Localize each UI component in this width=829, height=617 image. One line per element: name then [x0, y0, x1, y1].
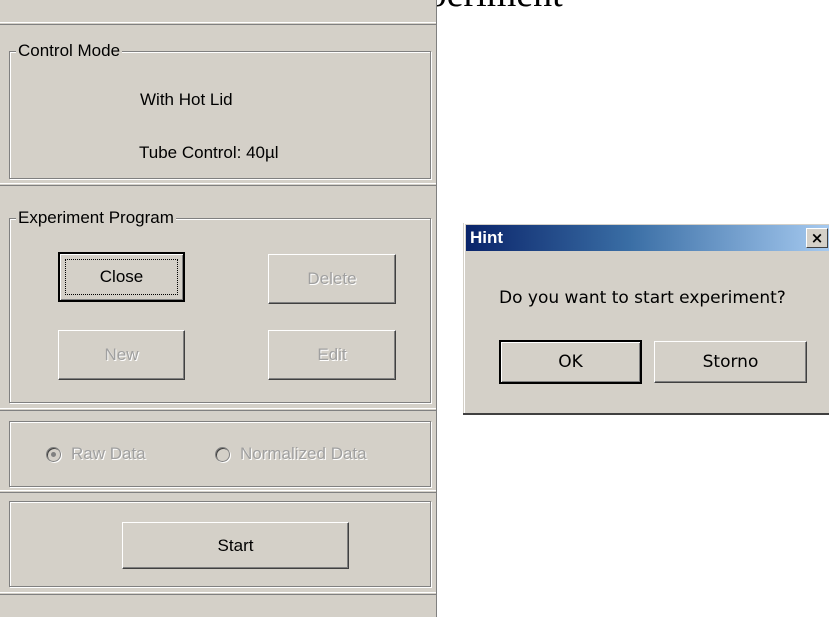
control-mode-group: Control Mode With Hot Lid Tube Control: …	[9, 41, 431, 179]
control-panel: Control Mode With Hot Lid Tube Control: …	[0, 0, 437, 617]
normalized-data-radio-circle	[215, 446, 230, 462]
delete-program-button[interactable]: Delete	[268, 254, 396, 304]
experiment-program-section: Experiment Program Close Delete New Edit	[0, 185, 436, 409]
ok-button[interactable]: OK	[499, 340, 642, 384]
delete-program-label: Delete	[307, 269, 357, 288]
tube-control-label: Tube Control: 40µl	[139, 143, 279, 162]
edit-program-label: Edit	[317, 345, 347, 364]
panel-edge	[436, 0, 437, 617]
normalized-data-radio[interactable]: Normalized Data	[215, 444, 367, 464]
dialog-close-button[interactable]: ×	[806, 228, 828, 248]
hint-dialog: Hint × Do you want to start experiment? …	[463, 223, 829, 413]
start-label: Start	[217, 536, 254, 555]
raw-data-radio[interactable]: Raw Data	[46, 444, 146, 464]
control-mode-legend: Control Mode	[16, 41, 123, 61]
close-program-label: Close	[99, 267, 144, 286]
storno-button[interactable]: Storno	[654, 341, 807, 383]
data-mode-group: Raw Data Normalized Data	[9, 421, 431, 487]
storno-label: Storno	[702, 352, 759, 372]
data-mode-section: Raw Data Normalized Data	[0, 410, 436, 491]
edit-program-button[interactable]: Edit	[268, 330, 396, 380]
raw-data-radio-circle	[46, 446, 61, 462]
raw-data-label: Raw Data	[71, 444, 146, 463]
dialog-message: Do you want to start experiment?	[499, 288, 786, 308]
hot-lid-label: With Hot Lid	[140, 90, 233, 109]
radio-selected-dot	[51, 451, 56, 457]
normalized-data-label: Normalized Data	[240, 444, 367, 463]
close-icon: ×	[810, 228, 824, 247]
new-program-button[interactable]: New	[58, 330, 185, 380]
dialog-titlebar[interactable]: Hint ×	[466, 225, 829, 251]
start-group: Start	[9, 501, 431, 587]
experiment-program-legend: Experiment Program	[16, 208, 176, 228]
experiment-program-group: Experiment Program Close Delete New Edit	[9, 208, 431, 403]
control-mode-section: Control Mode With Hot Lid Tube Control: …	[0, 24, 436, 184]
dialog-bottom-edge	[463, 413, 829, 415]
start-button[interactable]: Start	[122, 522, 349, 569]
ok-label: OK	[558, 352, 583, 372]
bottom-strip	[0, 594, 436, 617]
dialog-title: Hint	[470, 228, 504, 247]
start-section: Start	[0, 492, 436, 593]
top-strip	[0, 0, 436, 23]
new-program-label: New	[104, 345, 139, 364]
close-program-button[interactable]: Close	[58, 252, 185, 302]
